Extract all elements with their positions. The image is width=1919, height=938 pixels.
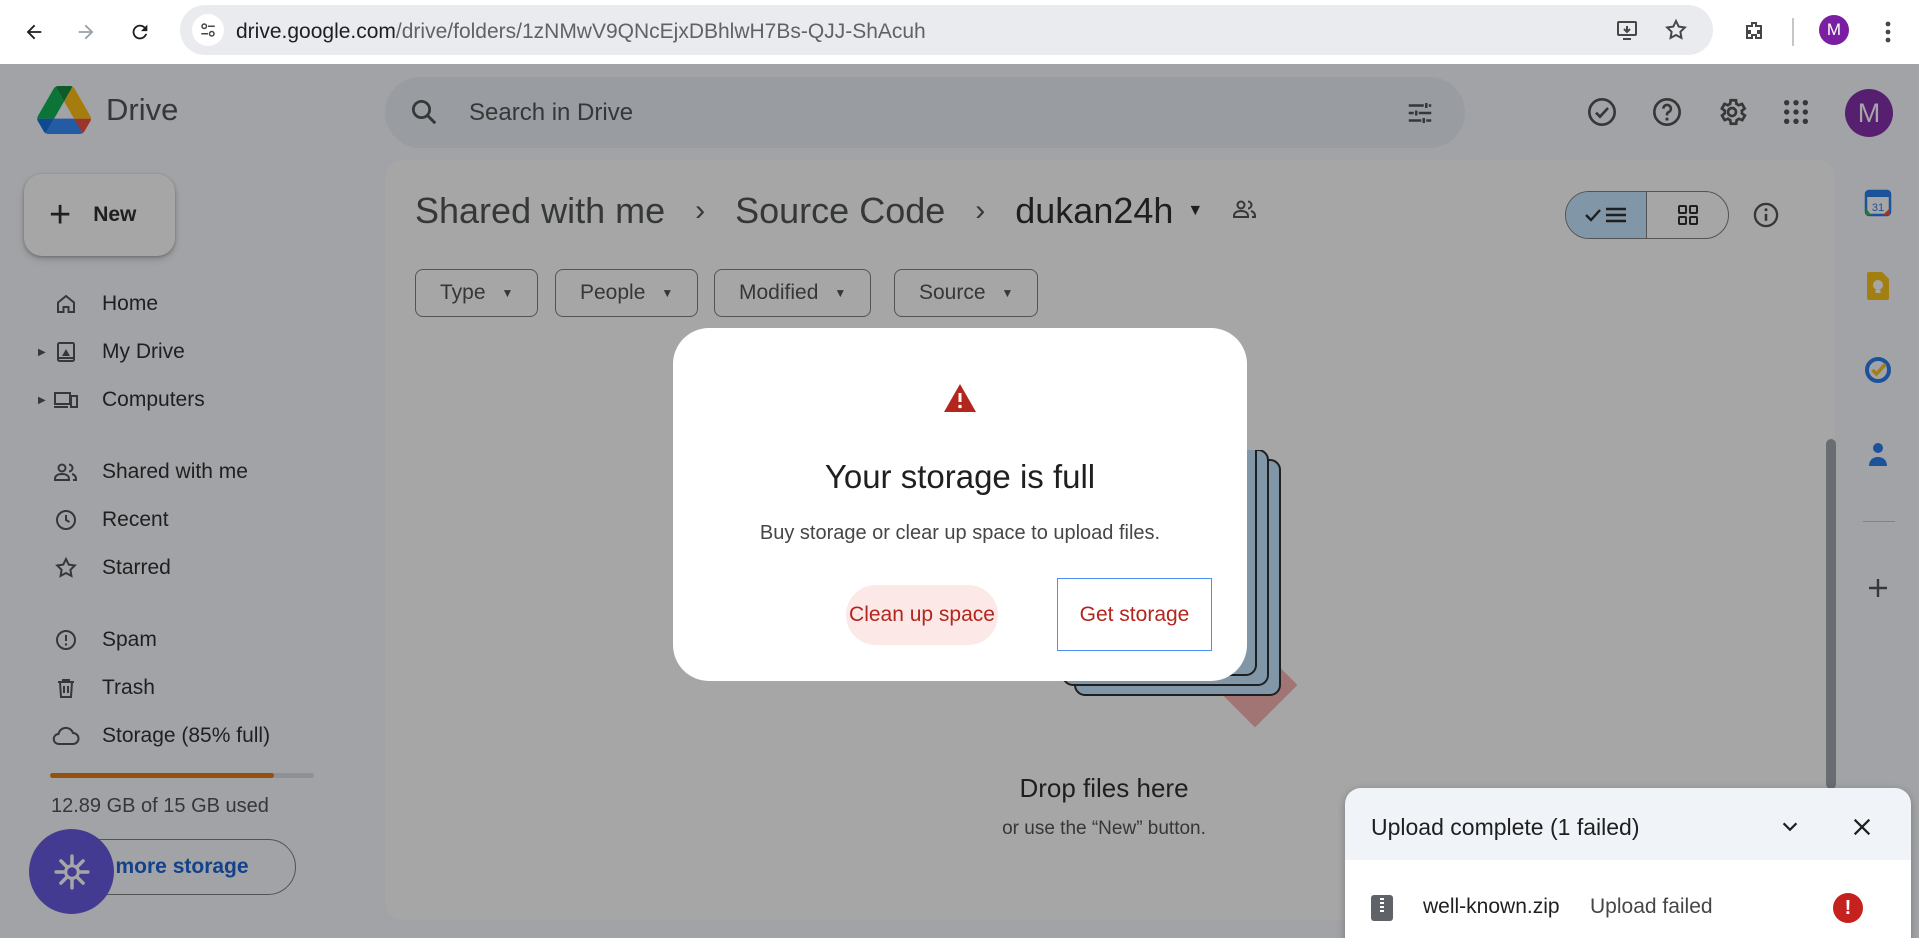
warning-icon <box>944 384 976 412</box>
upload-list-item[interactable]: well-known.zip Upload failed ! <box>1345 860 1911 938</box>
upload-progress-panel: Upload complete (1 failed) well-known.zi… <box>1345 788 1911 938</box>
upload-status: Upload failed <box>1590 895 1713 918</box>
toolbar-divider <box>1792 18 1794 46</box>
url-domain: drive.google.com <box>236 20 396 43</box>
browser-profile-avatar[interactable]: M <box>1819 15 1849 45</box>
address-bar[interactable]: drive.google.com/drive/folders/1zNMwV9QN… <box>180 5 1713 55</box>
site-info-icon[interactable] <box>192 14 224 46</box>
url-path: /drive/folders/1zNMwV9QNcEjxDBhlwH7Bs-QJ… <box>395 20 926 43</box>
browser-toolbar: drive.google.com/drive/folders/1zNMwV9QN… <box>0 0 1919 64</box>
dialog-message: Buy storage or clear up space to upload … <box>759 522 1161 544</box>
browser-menu-icon[interactable] <box>1868 12 1908 52</box>
storage-full-dialog: Your storage is full Buy storage or clea… <box>673 328 1247 681</box>
get-storage-button[interactable]: Get storage <box>1057 578 1212 651</box>
collapse-chevron-icon[interactable] <box>1773 810 1807 844</box>
clean-up-space-button[interactable]: Clean up space <box>846 585 998 645</box>
bookmark-star-icon[interactable] <box>1663 17 1689 43</box>
upload-file-name: well-known.zip <box>1423 895 1560 918</box>
reload-icon[interactable] <box>120 12 160 52</box>
dialog-title: Your storage is full <box>824 458 1096 495</box>
install-app-icon[interactable] <box>1614 17 1640 43</box>
upload-panel-title: Upload complete (1 failed) <box>1371 814 1640 840</box>
extensions-icon[interactable] <box>1734 12 1774 52</box>
back-icon[interactable] <box>14 12 54 52</box>
close-icon[interactable] <box>1845 810 1879 844</box>
zip-file-icon <box>1371 895 1393 921</box>
error-icon: ! <box>1833 893 1863 923</box>
forward-icon[interactable] <box>66 12 106 52</box>
url-text: drive.google.com/drive/folders/1zNMwV9QN… <box>236 20 926 44</box>
